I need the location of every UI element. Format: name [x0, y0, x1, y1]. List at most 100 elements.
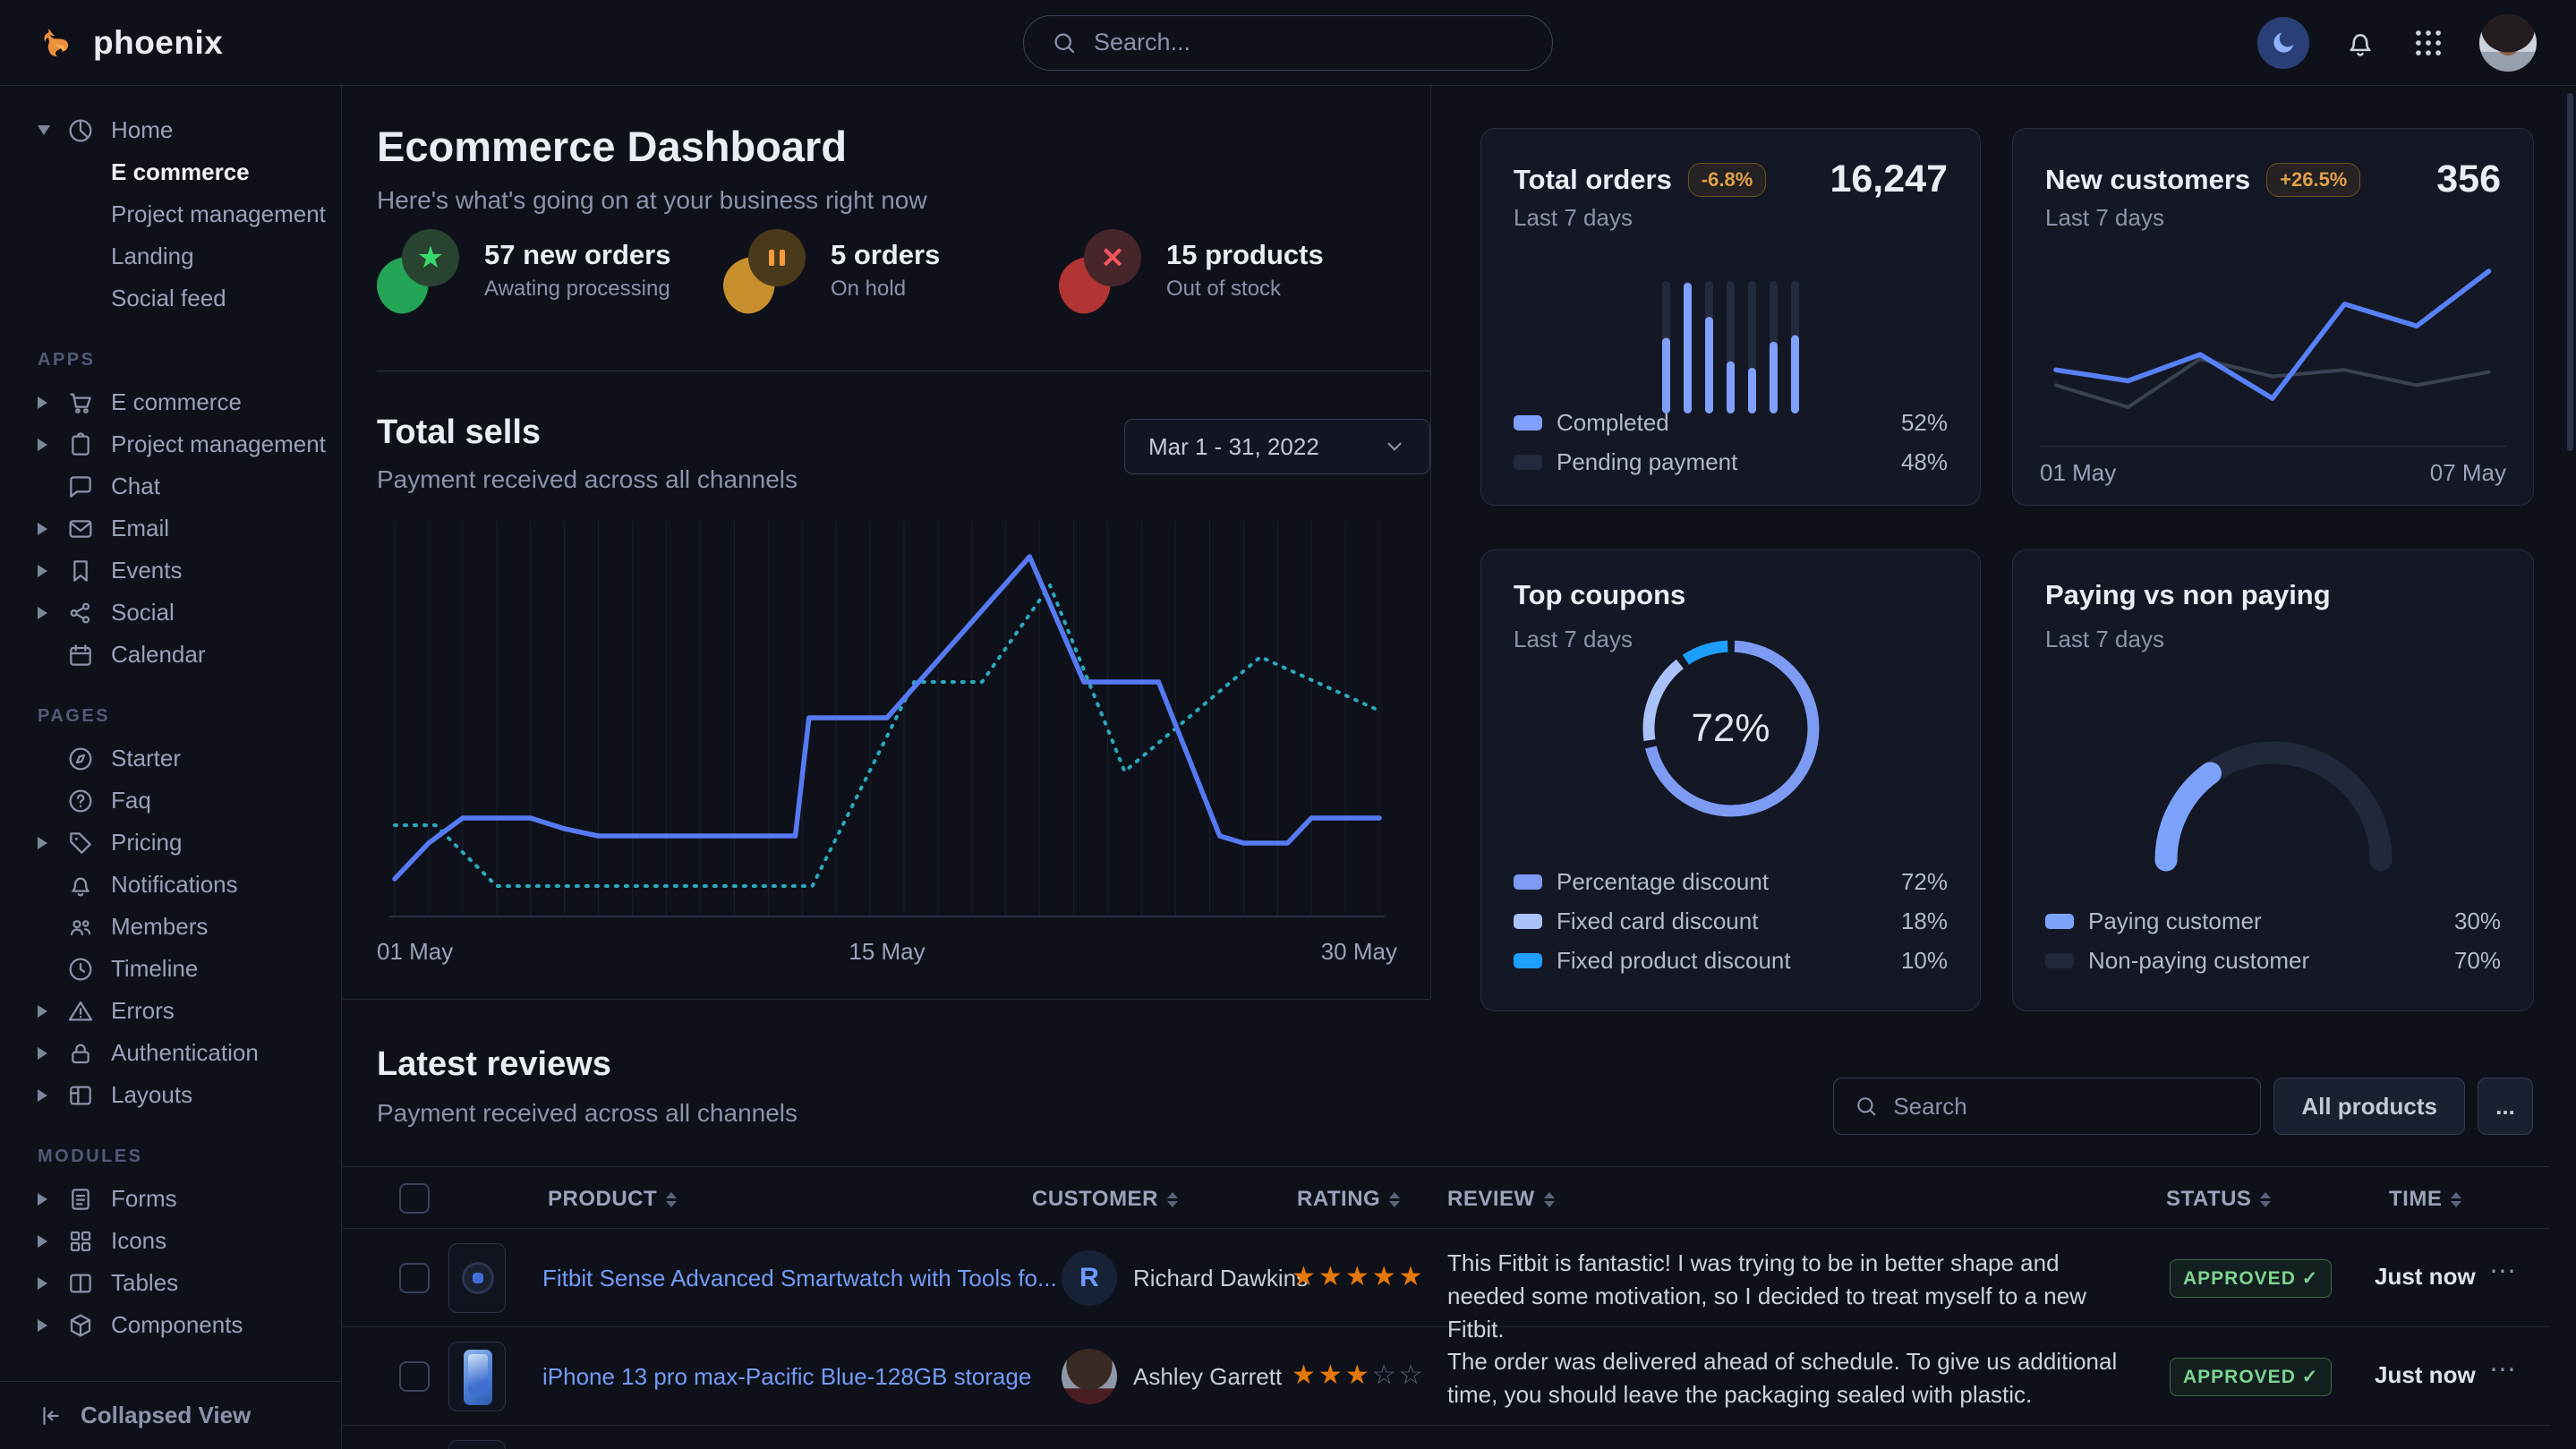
sidebar-item-home[interactable]: Home: [0, 109, 341, 151]
product-link[interactable]: iPhone 13 pro max-Pacific Blue-128GB sto…: [542, 1363, 1031, 1391]
customer-name: Richard Dawkins: [1133, 1265, 1308, 1292]
legend-value: 70%: [2454, 947, 2501, 975]
theme-toggle-button[interactable]: [2257, 17, 2309, 69]
row-more-button[interactable]: ⋯: [2489, 1354, 2518, 1385]
column-header-review[interactable]: REVIEW: [1447, 1187, 1555, 1212]
card-title: New customers: [2045, 164, 2250, 196]
x-start-label: 01 May: [2040, 459, 2116, 487]
sidebar-subitem-e-commerce[interactable]: E commerce: [0, 151, 341, 193]
sidebar-item-label: Timeline: [111, 955, 198, 983]
sidebar-subitem-project-management[interactable]: Project management: [0, 193, 341, 235]
sidebar-item-faq[interactable]: Faq: [0, 780, 341, 822]
caret-right-icon: [38, 1319, 50, 1332]
sidebar-item-icons[interactable]: Icons: [0, 1220, 341, 1262]
stat-on-hold: 5 orders On hold: [723, 227, 940, 313]
page-subtitle: Here's what's going on at your business …: [377, 186, 927, 215]
bookmark-icon: [66, 557, 95, 585]
row-more-button[interactable]: ⋯: [2489, 1256, 2518, 1287]
sidebar-item-layouts[interactable]: Layouts: [0, 1074, 341, 1116]
brand-logo[interactable]: phoenix: [39, 23, 223, 63]
sidebar-item-label: Faq: [111, 787, 151, 814]
card-period: Last 7 days: [1514, 626, 1633, 653]
legend-value: 10%: [1901, 947, 1948, 975]
sidebar-item-label: Forms: [111, 1185, 177, 1213]
table-row: [343, 1426, 2549, 1449]
apps-grid-button[interactable]: [2411, 26, 2445, 60]
sidebar-item-calendar[interactable]: Calendar: [0, 634, 341, 676]
top-navbar: phoenix: [0, 0, 2576, 86]
sidebar-item-label: Components: [111, 1311, 243, 1339]
sidebar-item-e-commerce[interactable]: E commerce: [0, 381, 341, 423]
bell-icon: [2343, 26, 2377, 60]
more-options-button[interactable]: ...: [2478, 1078, 2533, 1135]
sidebar-item-label: Members: [111, 913, 208, 941]
global-search-input[interactable]: [1094, 29, 1525, 56]
navbar-actions: [2257, 14, 2537, 72]
sidebar-item-notifications[interactable]: Notifications: [0, 864, 341, 906]
date-range-value: Mar 1 - 31, 2022: [1148, 433, 1319, 461]
sidebar-item-label: E commerce: [111, 388, 242, 416]
share-icon: [66, 599, 95, 627]
legend-swatch: [1514, 914, 1542, 929]
column-header-product[interactable]: PRODUCT: [548, 1187, 677, 1212]
sidebar-item-project-management[interactable]: Project management: [0, 423, 341, 465]
sidebar-subitem-social-feed[interactable]: Social feed: [0, 277, 341, 320]
stat-value: 15 products: [1166, 239, 1324, 271]
column-header-time[interactable]: TIME: [2389, 1187, 2461, 1212]
sidebar-item-members[interactable]: Members: [0, 906, 341, 948]
row-checkbox[interactable]: [399, 1361, 430, 1392]
sidebar-item-chat[interactable]: Chat: [0, 465, 341, 507]
user-avatar[interactable]: [2479, 14, 2537, 72]
coupons-legend: Percentage discount 72% Fixed card disco…: [1514, 862, 1948, 980]
sidebar-item-tables[interactable]: Tables: [0, 1262, 341, 1304]
notifications-button[interactable]: [2343, 26, 2377, 60]
page-scrollbar[interactable]: [2567, 93, 2573, 451]
reviews-search-input[interactable]: [1893, 1093, 2240, 1121]
reviews-subtitle: Payment received across all channels: [377, 1099, 798, 1128]
table-header-row: PRODUCT CUSTOMER RATING REVIEW STATUS TI…: [343, 1166, 2549, 1229]
sort-icon: [666, 1192, 677, 1207]
sidebar-item-starter[interactable]: Starter: [0, 737, 341, 780]
sidebar-item-email[interactable]: Email: [0, 507, 341, 550]
column-header-status[interactable]: STATUS: [2166, 1187, 2271, 1212]
caret-right-icon: [38, 837, 50, 849]
legend-swatch: [1514, 953, 1542, 968]
sidebar-item-events[interactable]: Events: [0, 550, 341, 592]
column-header-customer[interactable]: CUSTOMER: [1032, 1187, 1178, 1212]
global-search[interactable]: [1023, 15, 1553, 71]
sidebar-item-errors[interactable]: Errors: [0, 990, 341, 1032]
legend-item: Pending payment 48%: [1514, 442, 1948, 482]
sidebar-item-components[interactable]: Components: [0, 1304, 341, 1346]
sidebar-item-timeline[interactable]: Timeline: [0, 948, 341, 990]
legend-value: 52%: [1901, 409, 1948, 437]
legend-label: Fixed product discount: [1557, 947, 1791, 975]
sidebar-subitem-landing[interactable]: Landing: [0, 235, 341, 277]
caret-down-icon: [38, 125, 50, 135]
sidebar-item-social[interactable]: Social: [0, 592, 341, 634]
reviews-controls: All products ...: [1833, 1078, 2533, 1135]
card-period: Last 7 days: [2045, 626, 2164, 653]
donut-center-value: 72%: [1628, 626, 1834, 831]
sidebar-item-authentication[interactable]: Authentication: [0, 1032, 341, 1074]
trend-badge: -6.8%: [1688, 163, 1766, 197]
row-checkbox[interactable]: [399, 1263, 430, 1293]
reviews-search[interactable]: [1833, 1078, 2261, 1135]
chat-icon: [66, 473, 95, 501]
sidebar-item-forms[interactable]: Forms: [0, 1178, 341, 1220]
trend-badge: +26.5%: [2266, 163, 2360, 197]
product-link[interactable]: Fitbit Sense Advanced Smartwatch with To…: [542, 1265, 1057, 1292]
legend-value: 48%: [1901, 448, 1948, 476]
warning-icon: [66, 997, 95, 1026]
total-sells-chart: [377, 514, 1397, 931]
date-range-select[interactable]: Mar 1 - 31, 2022: [1124, 419, 1430, 474]
all-products-button[interactable]: All products: [2273, 1078, 2465, 1135]
coupons-donut-chart: 72%: [1628, 626, 1834, 831]
customer-avatar: R: [1062, 1250, 1117, 1306]
collapse-sidebar-button[interactable]: Collapsed View: [0, 1381, 341, 1449]
select-all-checkbox[interactable]: [399, 1183, 430, 1214]
sidebar-item-pricing[interactable]: Pricing: [0, 822, 341, 864]
box-icon: [66, 1311, 95, 1340]
column-header-rating[interactable]: RATING: [1297, 1187, 1400, 1212]
grid4-icon: [66, 1227, 95, 1256]
clipboard-icon: [66, 430, 95, 459]
